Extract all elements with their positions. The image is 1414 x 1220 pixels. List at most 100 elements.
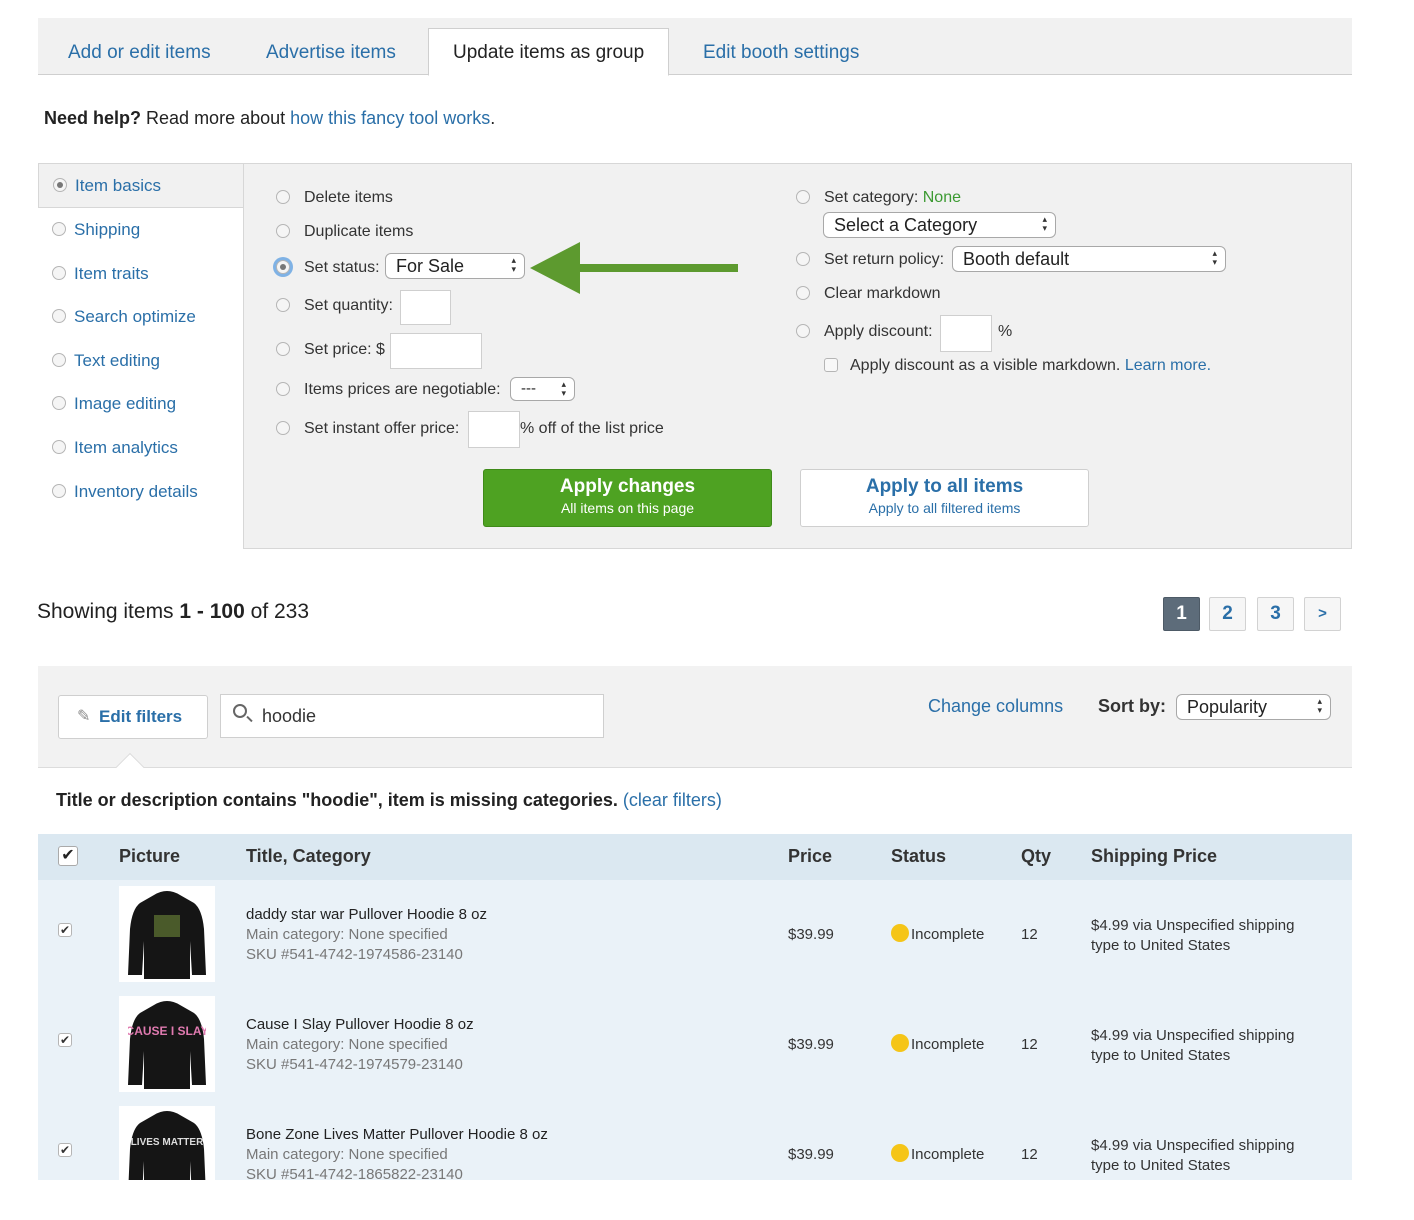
change-columns-link[interactable]: Change columns — [928, 696, 1063, 717]
radio-icon — [52, 396, 66, 410]
item-title[interactable]: daddy star war Pullover Hoodie 8 oz — [246, 905, 487, 925]
category-select-value: Select a Category — [834, 215, 978, 235]
col-title[interactable]: Title, Category — [246, 846, 371, 867]
radio-icon[interactable] — [276, 190, 290, 204]
apply-all-button[interactable]: Apply to all items Apply to all filtered… — [800, 469, 1089, 527]
item-thumbnail[interactable]: CAUSE I SLAY — [119, 996, 215, 1092]
radio-icon[interactable] — [276, 421, 290, 435]
item-qty: 12 — [1021, 1146, 1038, 1163]
tab-edit-booth-settings[interactable]: Edit booth settings — [679, 18, 883, 75]
side-item-label: Text editing — [74, 351, 160, 370]
item-category: Main category: None specified — [246, 1146, 448, 1163]
option-label: Duplicate items — [304, 223, 414, 240]
page-1-button[interactable]: 1 — [1163, 597, 1200, 631]
radio-icon[interactable] — [796, 252, 810, 266]
side-item-label: Shipping — [74, 220, 141, 239]
sort-value: Popularity — [1187, 697, 1268, 717]
item-sku: SKU #541-4742-1974586-23140 — [246, 946, 463, 963]
side-item-analytics[interactable]: Item analytics — [38, 426, 245, 470]
col-picture[interactable]: Picture — [119, 846, 180, 867]
radio-icon[interactable] — [276, 298, 290, 312]
return-policy-select[interactable]: Booth default — [952, 246, 1226, 272]
col-price[interactable]: Price — [788, 846, 832, 867]
item-price: $39.99 — [788, 1036, 834, 1053]
table-row[interactable]: ✔ LIVES MATTER Bone Zone Lives Matter Pu… — [38, 1100, 1352, 1180]
apply-changes-button[interactable]: Apply changes All items on this page — [483, 469, 772, 527]
item-sku: SKU #541-4742-1865822-23140 — [246, 1166, 463, 1180]
help-link[interactable]: how this fancy tool works — [290, 108, 490, 128]
price-input[interactable] — [390, 333, 482, 369]
col-shipping[interactable]: Shipping Price — [1091, 846, 1217, 867]
item-category: Main category: None specified — [246, 1036, 448, 1053]
radio-icon — [52, 353, 66, 367]
showing-prefix: Showing items — [37, 600, 174, 623]
visible-markdown-checkbox[interactable] — [824, 358, 838, 372]
search-value: hoodie — [262, 706, 317, 726]
status-select-value: For Sale — [396, 256, 465, 276]
item-title[interactable]: Bone Zone Lives Matter Pullover Hoodie 8… — [246, 1125, 548, 1145]
page-2-button[interactable]: 2 — [1209, 597, 1246, 631]
side-item-traits[interactable]: Item traits — [38, 252, 245, 296]
item-thumbnail[interactable]: LIVES MATTER — [119, 1106, 215, 1180]
radio-icon[interactable] — [796, 286, 810, 300]
select-all-checkbox[interactable]: ✔ — [58, 846, 78, 866]
row-checkbox[interactable]: ✔ — [58, 1143, 72, 1157]
radio-icon[interactable] — [276, 224, 290, 238]
filter-bar: ✎ Edit filters hoodie Change columns Sort… — [38, 666, 1352, 782]
sort-label: Sort by: — [1098, 696, 1167, 716]
tab-add-edit-items[interactable]: Add or edit items — [44, 18, 235, 75]
item-shipping: $4.99 via Unspecified shipping type to U… — [1091, 1026, 1294, 1066]
radio-icon[interactable] — [796, 190, 810, 204]
hoodie-print-text: CAUSE I SLAY — [128, 1024, 206, 1038]
item-title[interactable]: Cause I Slay Pullover Hoodie 8 oz — [246, 1015, 474, 1035]
col-qty[interactable]: Qty — [1021, 846, 1051, 867]
option-label: Set return policy: — [824, 251, 945, 268]
sort-select[interactable]: Popularity — [1176, 694, 1331, 720]
next-page-button[interactable]: > — [1304, 597, 1341, 631]
instant-offer-input[interactable] — [468, 411, 520, 448]
table-header: ✔ Picture Title, Category Price Status Q… — [38, 834, 1352, 880]
item-shipping: $4.99 via Unspecified shipping type to U… — [1091, 916, 1294, 956]
help-end: . — [490, 108, 496, 128]
side-item-search-optimize[interactable]: Search optimize — [38, 295, 245, 339]
radio-icon[interactable] — [796, 324, 810, 338]
visible-markdown-label: Apply discount as a visible markdown. Le… — [850, 357, 1211, 375]
shipping-line-2: type to United States — [1091, 1047, 1231, 1064]
table-row[interactable]: ✔ daddy star war Pullover Hoodie 8 oz Ma… — [38, 880, 1352, 990]
clear-filters-link[interactable]: (clear filters) — [623, 790, 722, 810]
status-dot-icon — [891, 1034, 909, 1052]
radio-icon[interactable] — [276, 382, 290, 396]
item-thumbnail[interactable] — [119, 886, 215, 982]
row-checkbox[interactable]: ✔ — [58, 923, 72, 937]
quantity-input[interactable] — [400, 290, 451, 325]
tab-bar: Add or edit items Advertise items Update… — [38, 18, 1352, 76]
side-item-shipping[interactable]: Shipping — [38, 208, 245, 252]
discount-input[interactable] — [940, 315, 992, 352]
side-item-basics[interactable]: Item basics — [38, 163, 245, 208]
radio-icon[interactable] — [276, 342, 290, 356]
radio-icon[interactable] — [276, 260, 290, 274]
table-row[interactable]: ✔ CAUSE I SLAY Cause I Slay Pullover Hoo… — [38, 990, 1352, 1100]
tab-advertise-items[interactable]: Advertise items — [242, 18, 420, 75]
side-item-image-editing[interactable]: Image editing — [38, 382, 245, 426]
side-item-text-editing[interactable]: Text editing — [38, 339, 245, 383]
option-label: Delete items — [304, 189, 393, 206]
category-select[interactable]: Select a Category — [823, 212, 1056, 238]
item-price: $39.99 — [788, 926, 834, 943]
radio-icon — [52, 309, 66, 323]
option-label: Set price: $ — [304, 341, 385, 358]
return-policy-value: Booth default — [963, 249, 1070, 269]
negotiable-select[interactable]: --- — [510, 377, 575, 401]
edit-filters-button[interactable]: ✎ Edit filters — [58, 695, 208, 739]
col-status[interactable]: Status — [891, 846, 946, 867]
search-input[interactable]: hoodie — [220, 694, 604, 738]
tab-update-items-group[interactable]: Update items as group — [428, 28, 670, 76]
row-checkbox[interactable]: ✔ — [58, 1033, 72, 1047]
help-text: Need help? Read more about how this fanc… — [44, 108, 495, 129]
page-3-button[interactable]: 3 — [1257, 597, 1294, 631]
status-text: Incomplete — [911, 1036, 985, 1053]
learn-more-link[interactable]: Learn more. — [1125, 357, 1211, 374]
side-item-inventory[interactable]: Inventory details — [38, 470, 245, 514]
status-select[interactable]: For Sale — [385, 253, 525, 279]
status-text: Incomplete — [911, 1146, 985, 1163]
